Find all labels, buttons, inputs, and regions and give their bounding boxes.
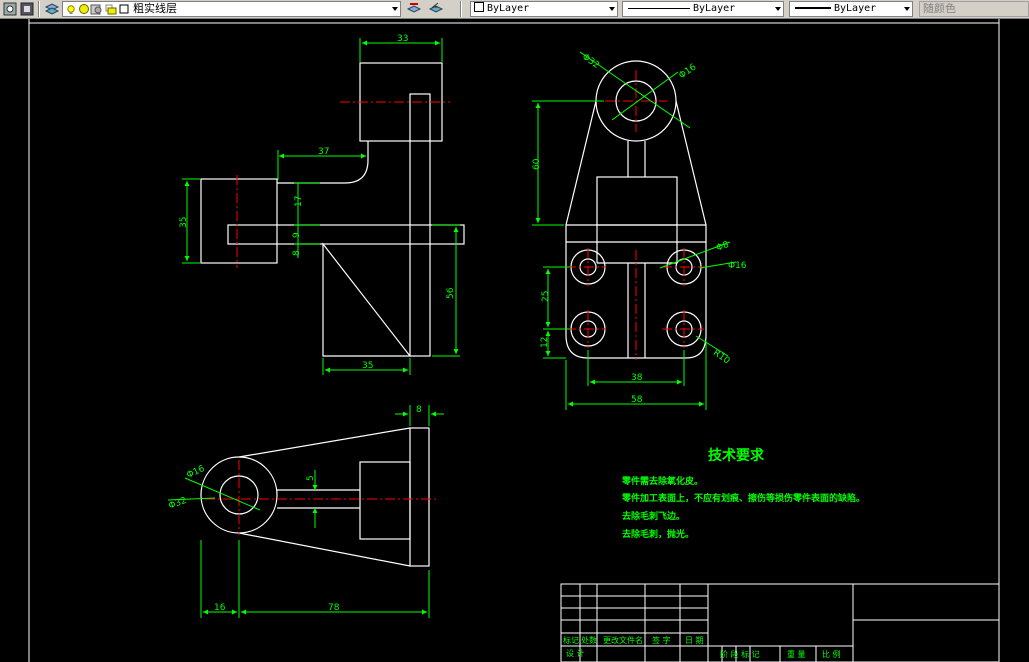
tb-sign: 签 字 [652, 635, 671, 645]
front-view-dimensions [182, 38, 460, 375]
tb-change-doc: 更改文件名 [603, 635, 643, 645]
tb-weight: 重 量 [787, 649, 806, 659]
lineweight-value: ByLayer [834, 3, 877, 14]
top-view-centerlines [205, 460, 436, 535]
tb-scale: 比 例 [822, 649, 841, 659]
dim-56: 56 [446, 287, 456, 299]
chevron-down-icon[interactable] [775, 7, 781, 11]
color-value: ByLayer [487, 3, 530, 14]
technical-requirements: 技术要求 零件需去除氧化皮。 零件加工表面上，不应有划痕、擦伤等损伤零件表面的缺… [621, 447, 865, 540]
properties-toolbar: 粗实线层 ByLayer ByLayer ByLayer 随颜色 [0, 0, 1029, 19]
title-block-text: 标记 处数 更改文件名 签 字 日 期 设 计 阶 段 标 记 重 量 比 例 [563, 635, 841, 659]
tb-date: 日 期 [685, 636, 704, 645]
toolbar-separator [460, 1, 462, 17]
dim-25: 25 [541, 291, 551, 302]
plotstyle-value: 随颜色 [923, 2, 956, 15]
layer-previous-icon[interactable] [428, 1, 444, 17]
tech-line-4: 去除毛刺，抛光。 [622, 528, 694, 540]
dim-5: 5 [306, 475, 316, 481]
layer-name: 粗实线层 [133, 2, 177, 15]
dim-37: 37 [318, 147, 329, 157]
dim-9: 9 [292, 232, 302, 238]
dim-35-horizontal: 35 [362, 361, 373, 371]
dim-phi16-topview: Φ16 [185, 464, 206, 481]
dim-35-vertical: 35 [179, 217, 189, 228]
linetype-sample [628, 8, 690, 9]
top-view[interactable] [200, 427, 430, 567]
front-view-centerlines [236, 101, 450, 268]
layer-manager-icon[interactable] [2, 1, 18, 17]
tb-mark: 标记 [563, 635, 579, 645]
title-block [560, 583, 1000, 662]
drawing-canvas[interactable]: 33 37 35 17 9 8 56 35 Φ32 Φ16 60 25 12 Φ… [0, 19, 1029, 662]
chevron-down-icon[interactable] [904, 7, 910, 11]
lineweight-dropdown[interactable]: ByLayer [789, 1, 913, 17]
layer-state-icon[interactable] [19, 1, 35, 17]
top-view-dim-text: 8 Φ16 Φ32 5 16 78 [167, 405, 422, 613]
make-object-layer-current-icon[interactable] [406, 1, 422, 17]
dim-78: 78 [328, 603, 340, 613]
lineweight-sample [795, 7, 831, 9]
dim-phi32-topview: Φ32 [167, 496, 188, 512]
color-swatch [474, 2, 484, 12]
chevron-down-icon[interactable] [609, 7, 615, 11]
dim-12: 12 [540, 337, 550, 348]
dim-phi32-top: Φ32 [580, 52, 601, 71]
dim-phi16-holes: Φ16 [728, 261, 747, 271]
linetype-value: ByLayer [693, 3, 736, 14]
front-view-dim-text: 33 37 35 17 9 8 56 35 [179, 34, 456, 371]
dim-phi8: Φ8 [715, 240, 731, 254]
dim-58: 58 [631, 395, 643, 405]
dim-16: 16 [214, 603, 226, 613]
front-view[interactable] [200, 62, 465, 357]
drawing-frame [28, 19, 1000, 662]
dim-r10: R10 [711, 348, 731, 367]
side-view-dim-text: Φ32 Φ16 60 25 12 Φ8 Φ16 R10 38 58 [532, 52, 747, 405]
tech-line-3: 去除毛刺飞边。 [622, 510, 685, 522]
linetype-dropdown[interactable]: ByLayer [622, 1, 784, 17]
toolbar-separator [38, 1, 40, 17]
tech-line-2: 零件加工表面上，不应有划痕、擦伤等损伤零件表面的缺陷。 [621, 492, 865, 504]
tech-title: 技术要求 [708, 447, 765, 464]
dim-60: 60 [532, 158, 542, 170]
plotstyle-dropdown: 随颜色 [919, 1, 1029, 17]
top-view-dimensions [167, 405, 444, 618]
chevron-down-icon[interactable] [392, 7, 398, 11]
tb-stage-mark: 阶 段 标 记 [720, 649, 760, 659]
tech-line-1: 零件需去除氧化皮。 [621, 475, 703, 487]
dim-phi16-top: Φ16 [677, 62, 698, 81]
layers-stack-icon[interactable] [44, 1, 60, 17]
tb-count: 处数 [581, 635, 597, 645]
color-dropdown[interactable]: ByLayer [470, 1, 618, 17]
tb-design: 设 计 [566, 648, 585, 658]
dim-38: 38 [631, 373, 643, 383]
dim-17: 17 [294, 196, 304, 207]
dim-8-top: 8 [416, 405, 422, 415]
layer-dropdown[interactable]: 粗实线层 [62, 1, 401, 17]
side-view-centerlines [566, 70, 704, 360]
dim-33: 33 [397, 34, 408, 44]
dim-8: 8 [292, 250, 302, 256]
